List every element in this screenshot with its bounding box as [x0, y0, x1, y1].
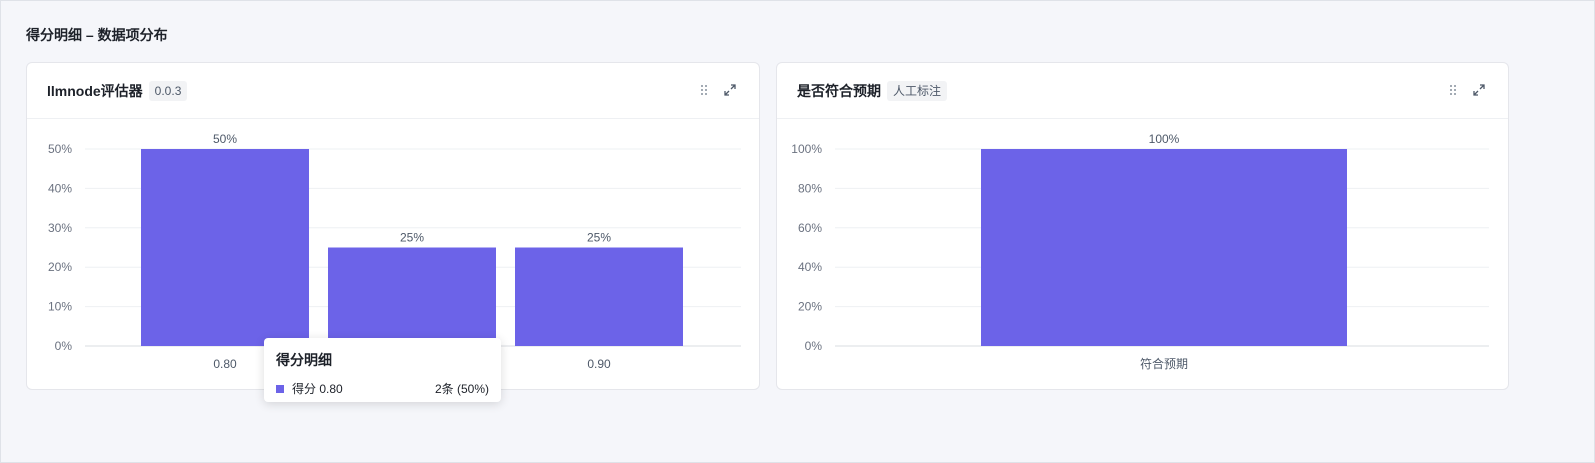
card-title: llmnode评估器: [47, 82, 143, 99]
bar-0.80[interactable]: [141, 149, 309, 346]
expand-icon[interactable]: [723, 83, 737, 97]
bar-符合预期[interactable]: [981, 149, 1347, 346]
x-tick-label: 0.90: [587, 357, 611, 371]
tooltip-value: 2条 (50%): [434, 382, 489, 396]
drag-handle-icon[interactable]: [697, 83, 711, 97]
tooltip-label: 得分 0.80: [292, 382, 343, 396]
y-tick-label: 30%: [48, 221, 72, 235]
y-tick-label: 10%: [48, 300, 72, 314]
section-title: 得分明细 – 数据项分布: [26, 27, 168, 43]
y-tick-label: 20%: [48, 260, 72, 274]
tooltip-swatch: [276, 384, 284, 393]
version-tag: 0.0.3: [148, 80, 188, 101]
bar-0.90[interactable]: [515, 247, 683, 347]
expand-icon[interactable]: [1472, 83, 1486, 97]
bar-chart-expected-match: 0% 20% 40% 60% 80% 100% 100% 符合预期: [791, 132, 1489, 371]
data-label: 25%: [587, 231, 611, 245]
y-tick-label: 50%: [48, 142, 72, 156]
data-label: 25%: [400, 231, 424, 245]
y-tick-label: 40%: [48, 181, 72, 195]
chart-tooltip: 得分明细 得分 0.80 2条 (50%): [264, 338, 501, 402]
annotation-tag: 人工标注: [887, 80, 948, 101]
y-tick-label: 40%: [798, 260, 822, 274]
y-tick-label: 100%: [791, 142, 822, 156]
data-label: 50%: [213, 132, 237, 146]
card-header: llmnode评估器 0.0.3: [27, 63, 759, 119]
y-tick-label: 80%: [798, 181, 822, 195]
tooltip-title: 得分明细: [276, 352, 332, 368]
card-actions: [697, 83, 737, 97]
x-tick-label: 符合预期: [1140, 356, 1188, 371]
x-tick-label: 0.80: [213, 357, 237, 371]
y-tick-label: 20%: [798, 300, 822, 314]
chart-card-llmnode: llmnode评估器 0.0.3 0% 10% 20% 30% 40% 50% 50% 0.8…: [26, 62, 760, 402]
y-tick-label: 0%: [805, 339, 823, 353]
y-tick-label: 60%: [798, 221, 822, 235]
chart-card-expected: 是否符合预期 人工标注 0% 20% 40% 60% 80% 100% 100% 符合预期: [776, 62, 1509, 390]
card-header: 是否符合预期 人工标注: [777, 63, 1508, 119]
tooltip-row: 得分 0.80 2条 (50%): [276, 380, 489, 397]
card-title: 是否符合预期: [797, 82, 881, 99]
drag-handle-icon[interactable]: [1446, 83, 1460, 97]
bar-0.50[interactable]: [328, 247, 496, 347]
data-label: 100%: [1149, 132, 1180, 146]
card-actions: [1446, 83, 1486, 97]
y-tick-label: 0%: [55, 339, 73, 353]
